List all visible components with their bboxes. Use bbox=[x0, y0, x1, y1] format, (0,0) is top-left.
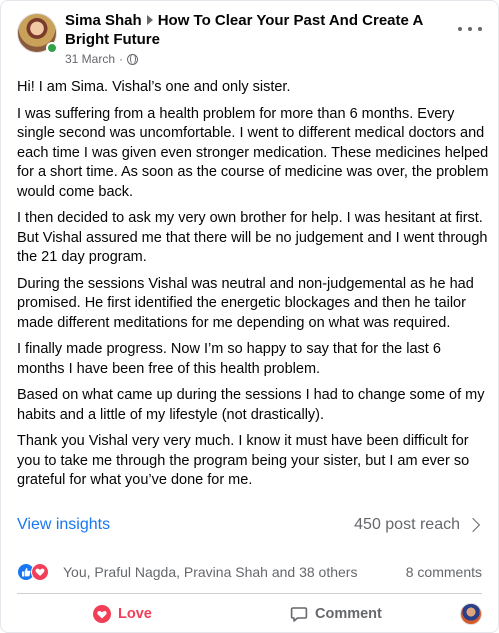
action-divider bbox=[17, 593, 482, 594]
commenter-avatar[interactable] bbox=[460, 603, 482, 625]
post-card: Sima Shah How To Clear Your Past And Crea… bbox=[0, 0, 499, 633]
online-status-dot bbox=[46, 42, 58, 54]
post-paragraph: During the sessions Vishal was neutral a… bbox=[17, 275, 474, 331]
comments-count[interactable]: 8 comments bbox=[406, 564, 482, 580]
arrow-right-icon bbox=[146, 15, 153, 25]
view-insights-link[interactable]: View insights bbox=[17, 516, 110, 534]
post-title-line: Sima Shah How To Clear Your Past And Crea… bbox=[65, 11, 445, 49]
post-paragraph: Hi! I am Sima. Vishal’s one and only sis… bbox=[17, 79, 291, 95]
post-meta: 31 March · bbox=[65, 51, 445, 67]
comment-icon bbox=[290, 607, 308, 622]
post-paragraph: I finally made progress. Now I’m so happ… bbox=[17, 341, 441, 377]
love-reaction-icon bbox=[31, 563, 49, 581]
more-options-icon[interactable] bbox=[458, 21, 482, 37]
post-header-text: Sima Shah How To Clear Your Past And Crea… bbox=[65, 11, 445, 67]
post-body: Hi! I am Sima. Vishal’s one and only sis… bbox=[17, 78, 489, 498]
reactions-row: You, Praful Nagda, Pravina Shah and 38 o… bbox=[17, 562, 482, 582]
reaction-names[interactable]: You, Praful Nagda, Pravina Shah and 38 o… bbox=[63, 564, 357, 580]
post-paragraph: I then decided to ask my very own brothe… bbox=[17, 210, 488, 265]
action-bar: Love Comment bbox=[17, 598, 482, 630]
audience-globe-icon[interactable] bbox=[127, 53, 139, 65]
reaction-icons[interactable] bbox=[17, 563, 57, 581]
insights-row: View insights 450 post reach bbox=[17, 516, 482, 538]
comment-button[interactable]: Comment bbox=[290, 598, 382, 630]
post-paragraph: Thank you Vishal very very much. I know … bbox=[17, 433, 470, 488]
post-paragraph: Based on what came up during the session… bbox=[17, 387, 485, 423]
heart-icon bbox=[93, 605, 111, 623]
post-header: Sima Shah How To Clear Your Past And Crea… bbox=[17, 11, 482, 67]
chevron-right-icon[interactable] bbox=[465, 517, 481, 533]
author-name-link[interactable]: Sima Shah bbox=[65, 12, 142, 29]
post-reach[interactable]: 450 post reach bbox=[354, 516, 460, 534]
meta-separator: · bbox=[119, 52, 124, 66]
love-button[interactable]: Love bbox=[93, 598, 152, 630]
comment-button-label: Comment bbox=[315, 606, 382, 622]
post-date[interactable]: 31 March bbox=[65, 51, 115, 67]
post-paragraph: I was suffering from a health problem fo… bbox=[17, 105, 489, 200]
love-button-label: Love bbox=[118, 606, 152, 622]
